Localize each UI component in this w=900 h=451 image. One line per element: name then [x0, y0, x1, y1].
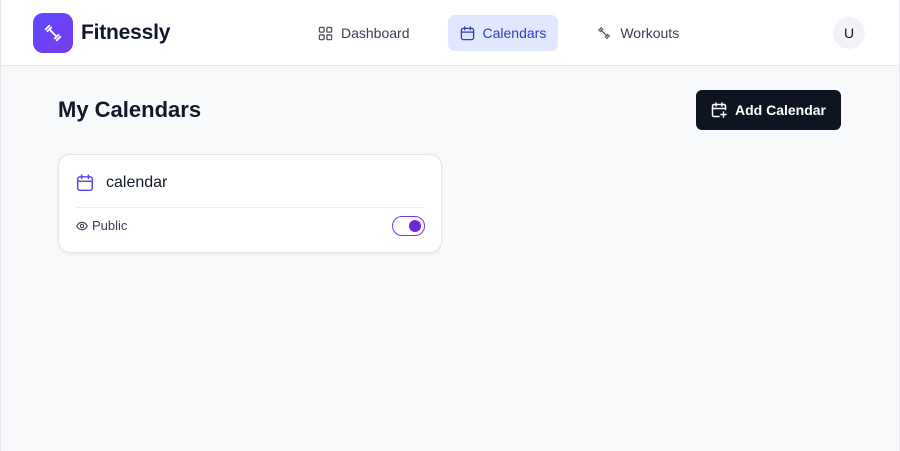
calendar-name: calendar: [106, 174, 168, 191]
nav-item-workouts[interactable]: Workouts: [584, 15, 691, 51]
calendar-icon: [76, 174, 94, 192]
user-avatar[interactable]: U: [833, 17, 865, 49]
eye-icon: [76, 221, 88, 230]
main-nav: Dashboard Calendars Workouts: [306, 15, 691, 51]
avatar-initial: U: [843, 25, 855, 41]
divider: [76, 207, 424, 208]
calendar-plus-icon: [711, 102, 727, 118]
top-navigation-bar: Fitnessly Dashboard Calendars Workouts U: [1, 0, 899, 66]
calendar-card[interactable]: calendar Public: [58, 154, 442, 253]
visibility-label: Public: [92, 218, 128, 233]
dashboard-grid-icon: [318, 26, 333, 40]
add-calendar-label: Add Calendar: [734, 102, 826, 118]
toggle-knob: [409, 219, 421, 232]
calendar-card-header: calendar: [76, 174, 167, 192]
public-toggle[interactable]: [392, 216, 425, 236]
nav-item-dashboard[interactable]: Dashboard: [306, 15, 422, 51]
nav-item-calendars[interactable]: Calendars: [447, 15, 559, 51]
visibility-status: Public: [76, 218, 127, 233]
app-name: Fitnessly: [81, 21, 171, 44]
page-title: My Calendars: [58, 97, 202, 122]
add-calendar-button[interactable]: Add Calendar: [696, 90, 841, 130]
dumbbell-icon: [33, 13, 73, 53]
nav-item-label: Dashboard: [341, 25, 410, 41]
brand[interactable]: Fitnessly: [33, 13, 170, 53]
nav-item-label: Calendars: [482, 25, 547, 41]
dumbbell-icon: [598, 27, 611, 39]
nav-item-label: Workouts: [620, 25, 680, 41]
calendar-icon: [460, 25, 474, 40]
